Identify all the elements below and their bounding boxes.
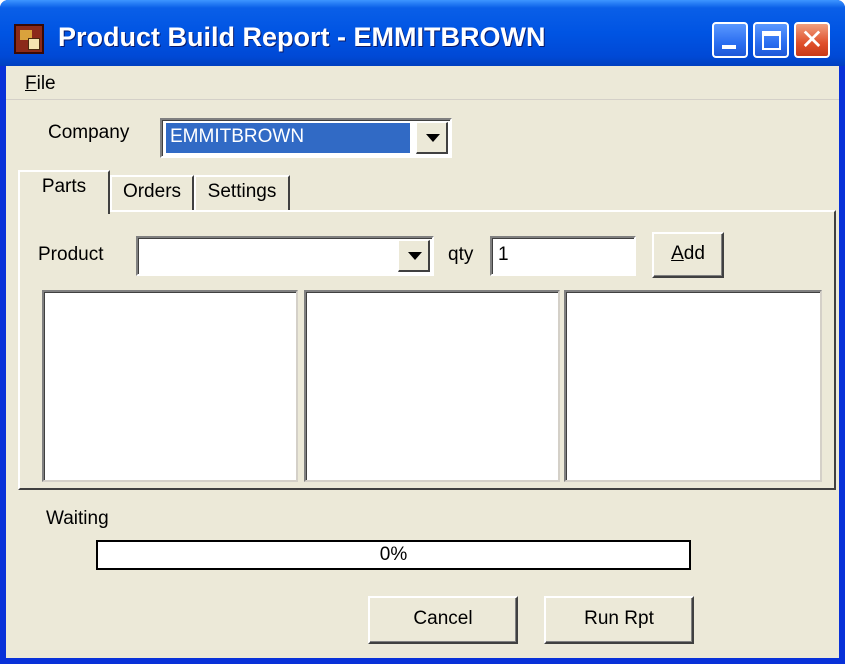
status-text: Waiting <box>46 508 109 529</box>
company-selected-value: EMMITBROWN <box>165 122 411 154</box>
tab-orders[interactable]: Orders <box>110 175 194 211</box>
run-report-button[interactable]: Run Rpt <box>544 596 694 644</box>
product-select[interactable] <box>136 236 434 276</box>
close-button[interactable]: ✕ <box>794 22 830 58</box>
company-label: Company <box>48 122 130 143</box>
progress-label: 0% <box>379 544 408 565</box>
company-dropdown-button[interactable] <box>416 122 448 154</box>
window-title: Product Build Report - EMMITBROWN <box>58 22 546 52</box>
add-button[interactable]: Add <box>652 232 724 278</box>
maximize-button[interactable] <box>753 22 789 58</box>
chevron-down-icon <box>426 134 440 142</box>
menu-file[interactable]: File <box>25 73 56 95</box>
minimize-icon <box>722 45 736 49</box>
cancel-button[interactable]: Cancel <box>368 596 518 644</box>
window: Product Build Report - EMMITBROWN ✕ File… <box>0 0 845 664</box>
qty-label: qty <box>448 244 474 265</box>
chevron-down-icon <box>408 252 422 260</box>
product-label: Product <box>38 244 104 265</box>
maximize-icon <box>762 31 781 50</box>
parts-list-1[interactable] <box>42 290 298 482</box>
app-icon[interactable] <box>14 24 44 54</box>
title-bar[interactable]: Product Build Report - EMMITBROWN ✕ <box>0 0 845 66</box>
product-dropdown-button[interactable] <box>398 240 430 272</box>
company-select[interactable]: EMMITBROWN <box>160 118 452 158</box>
parts-list-3[interactable] <box>564 290 822 482</box>
tab-settings[interactable]: Settings <box>194 175 290 211</box>
menu-bar: File <box>6 66 839 100</box>
tab-parts[interactable]: Parts <box>18 170 110 214</box>
parts-list-2[interactable] <box>304 290 560 482</box>
close-icon: ✕ <box>800 24 824 55</box>
progress-bar: 0% <box>96 540 691 570</box>
parts-tab-panel: Product qty 1 Add <box>18 210 836 490</box>
minimize-button[interactable] <box>712 22 748 58</box>
qty-input[interactable]: 1 <box>490 236 636 276</box>
client-area: File Company EMMITBROWN Parts Orders Set… <box>6 66 839 658</box>
